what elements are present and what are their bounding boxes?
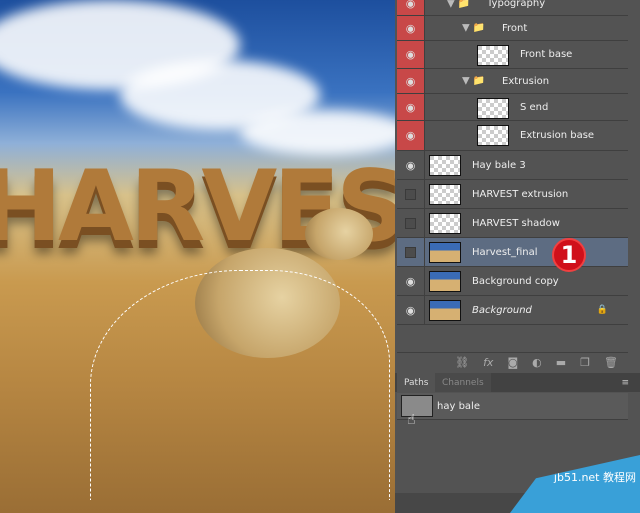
trash-icon[interactable]: 🗑 (604, 356, 618, 369)
folder-icon[interactable]: ▼ 📁 (462, 23, 485, 34)
layer-row[interactable]: ◉ Extrusion base (397, 121, 628, 151)
layer-name: Hay bale 3 (472, 159, 526, 171)
path-name: hay bale (437, 400, 480, 412)
layer-row[interactable]: ◉ Hay bale 3 (397, 151, 628, 180)
layer-row[interactable]: ◉ ▼ 📁 Extrusion (397, 69, 628, 94)
layer-name: S end (520, 101, 549, 113)
adjustment-icon[interactable]: ◐ (532, 356, 542, 369)
layer-thumbnail (429, 300, 461, 321)
eye-icon[interactable]: ◉ (397, 41, 425, 68)
layer-thumbnail (429, 242, 461, 263)
panel-menu-icon[interactable]: ≡ (614, 373, 636, 392)
layer-name: Front base (520, 49, 573, 60)
eye-icon[interactable]: ◉ (397, 69, 425, 93)
path-item[interactable]: hay bale (397, 393, 628, 420)
visibility-toggle[interactable] (397, 238, 425, 266)
eye-icon[interactable]: ◉ (397, 0, 425, 15)
eye-icon[interactable]: ◉ (397, 16, 425, 40)
eye-icon[interactable]: ◉ (397, 151, 425, 179)
hand-cursor-icon: ☝ (407, 412, 416, 428)
layer-thumbnail (429, 213, 461, 234)
layer-row[interactable]: ◉ Background copy (397, 267, 628, 296)
eye-icon[interactable]: ◉ (397, 94, 425, 120)
layer-name: Background copy (472, 275, 559, 287)
step-badge: 1 (552, 238, 586, 272)
layer-row[interactable]: Harvest_final (397, 238, 628, 267)
layer-name: Background (472, 304, 532, 316)
path-selection-outline (90, 270, 390, 500)
layer-thumbnail (429, 271, 461, 292)
layers-panel: ◉ ▼ 📁 Typography ◉ ▼ 📁 Front ◉ Front base ◉ ▼ 📁 Ex… (395, 0, 640, 513)
layer-row[interactable]: ◉ Front base (397, 41, 628, 69)
layer-row[interactable]: HARVEST shadow (397, 209, 628, 238)
layer-name: Front (502, 22, 528, 34)
path-thumbnail (401, 395, 433, 417)
layer-name: HARVEST shadow (472, 217, 560, 229)
layer-row[interactable]: HARVEST extrusion (397, 180, 628, 209)
visibility-toggle[interactable] (397, 209, 425, 237)
new-layer-icon[interactable]: ❐ (580, 356, 590, 369)
folder-icon[interactable]: ▼ 📁 (462, 76, 485, 87)
folder-icon[interactable]: ▬ (556, 356, 566, 369)
tab-channels[interactable]: Channels (435, 373, 491, 392)
layer-name: Extrusion base (520, 130, 595, 141)
paths-channels-tabs: Paths Channels ≡ (395, 373, 640, 392)
folder-icon[interactable]: ▼ 📁 (447, 0, 470, 9)
layer-name: HARVEST extrusion (472, 188, 569, 200)
layer-row[interactable]: ◉ S end (397, 94, 628, 121)
eye-icon[interactable]: ◉ (397, 267, 425, 295)
layers-toolbar: ⛓ fx ◙ ◐ ▬ ❐ 🗑 (397, 352, 628, 372)
link-icon[interactable]: ⛓ (455, 356, 469, 369)
layer-row[interactable]: ◉ ▼ 📁 Front (397, 16, 628, 41)
layer-thumbnail (477, 98, 509, 119)
fx-icon[interactable]: fx (483, 356, 493, 369)
eye-icon[interactable]: ◉ (397, 296, 425, 324)
visibility-toggle[interactable] (397, 180, 425, 208)
layer-thumbnail (477, 45, 509, 66)
hay-bale-far (305, 208, 373, 260)
mask-icon[interactable]: ◙ (507, 356, 518, 369)
tab-paths[interactable]: Paths (397, 373, 436, 392)
document-canvas[interactable]: HARVEST (0, 0, 395, 513)
layer-thumbnail (429, 155, 461, 176)
layer-thumbnail (429, 184, 461, 205)
layer-row[interactable]: ◉ ▼ 📁 Typography (397, 0, 628, 16)
layer-row[interactable]: ◉ Background 🔒 (397, 296, 628, 325)
eye-icon[interactable]: ◉ (397, 121, 425, 150)
layer-name: Typography (487, 0, 546, 9)
lock-icon: 🔒 (596, 305, 608, 315)
layer-thumbnail (477, 125, 509, 146)
layer-name: Harvest_final (472, 246, 538, 258)
layer-name: Extrusion (502, 75, 550, 87)
